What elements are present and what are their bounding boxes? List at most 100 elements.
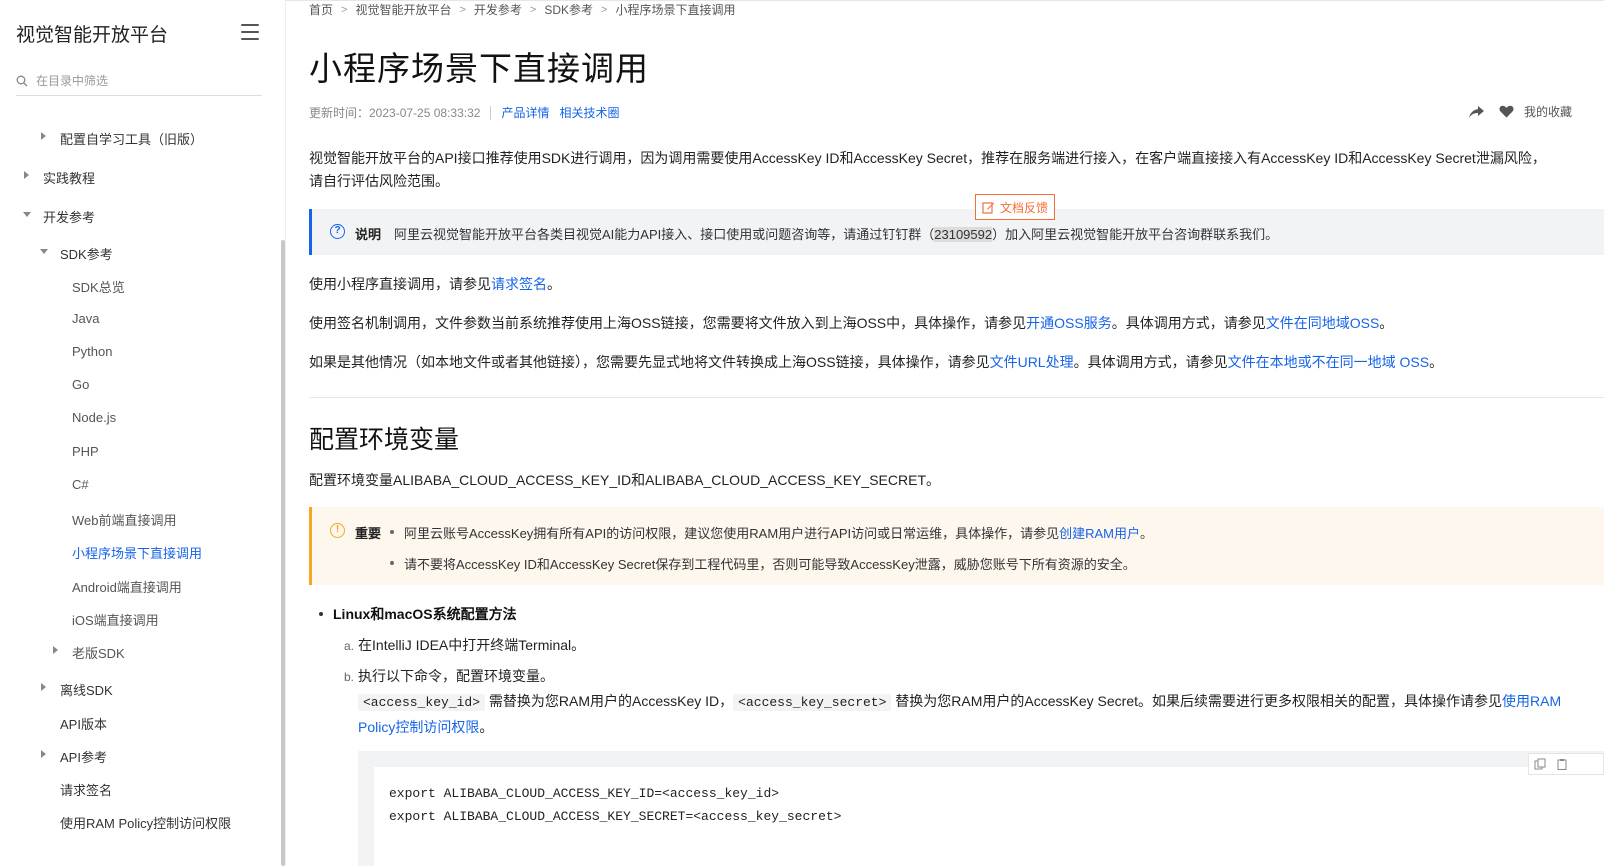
menu-icon[interactable] — [241, 24, 259, 40]
sidebar-item-label: 配置自学习工具（旧版） — [60, 132, 204, 147]
sidebar-item-label: 离线SDK — [60, 683, 113, 698]
sidebar-item-label: API参考 — [60, 750, 107, 765]
sidebar-item-api-reference[interactable]: API参考 — [41, 747, 107, 766]
step-text: 执行以下命令，配置环境变量。 — [358, 668, 555, 684]
share-icon[interactable] — [1468, 105, 1485, 119]
step-text: 在IntelliJ IDEA中打开终端Terminal。 — [358, 637, 586, 653]
sidebar-item-sdk-reference[interactable]: SDK参考 — [40, 244, 113, 263]
text: 。 — [1429, 354, 1444, 370]
sidebar-item-php[interactable]: PHP — [72, 444, 99, 459]
copy-icon[interactable] — [1534, 758, 1546, 770]
sidebar-item-java[interactable]: Java — [72, 311, 99, 326]
code-toolbar — [1528, 753, 1604, 775]
sidebar-item-label: Java — [72, 311, 100, 326]
text: 如果是其他情况（如本地文件或者其他链接），您需要先显式地将文件转换成上海OSS链… — [309, 354, 990, 370]
clipboard-icon[interactable] — [1556, 758, 1568, 770]
chevron-right-icon: > — [601, 3, 608, 16]
step-b: b. 执行以下命令，配置环境变量。 — [344, 666, 554, 686]
section-divider — [309, 397, 1604, 398]
sidebar-item-tutorials[interactable]: 实践教程 — [24, 168, 95, 187]
sidebar-item-go[interactable]: Go — [72, 377, 89, 392]
file-url-link[interactable]: 文件URL处理 — [990, 354, 1074, 370]
text: 替换为您RAM用户的AccessKey Secret。如果后续需要进行更多权限相… — [895, 693, 1503, 709]
text: 。 — [547, 276, 561, 292]
sidebar-item-label: Python — [72, 344, 113, 359]
page-actions: 我的收藏 — [1468, 103, 1572, 120]
intro-line: 视觉智能开放平台的API接口推荐使用SDK进行调用，因为调用需要使用Access… — [309, 150, 1546, 166]
sidebar-item-ram-policy[interactable]: 使用RAM Policy控制访问权限 — [60, 813, 231, 832]
text: 。具体调用方式，请参见 — [1073, 354, 1228, 370]
sidebar-item-label: 请求签名 — [60, 783, 113, 798]
sidebar-search[interactable] — [16, 66, 262, 96]
sidebar-item-label: PHP — [72, 444, 99, 459]
caret-right-icon — [24, 171, 29, 179]
same-region-oss-link[interactable]: 文件在同地域OSS — [1266, 315, 1380, 331]
dingtalk-group-id: 23109592 — [934, 227, 993, 242]
sidebar-item-android[interactable]: Android端直接调用 — [72, 577, 182, 596]
breadcrumb-platform[interactable]: 视觉智能开放平台 — [355, 1, 451, 18]
sidebar-item-sdk-overview[interactable]: SDK总览 — [72, 277, 125, 296]
breadcrumb-dev-reference[interactable]: 开发参考 — [474, 1, 522, 18]
sidebar-title: 视觉智能开放平台 — [16, 25, 169, 46]
section-title: 配置环境变量 — [309, 426, 460, 454]
warning-item: 阿里云账号AccessKey拥有所有API的访问权限，建议您使用RAM用户进行A… — [389, 523, 1153, 542]
edit-icon — [982, 201, 994, 214]
product-details-link[interactable]: 产品详情 — [501, 104, 549, 121]
doc-feedback-button[interactable]: 文档反馈 — [975, 194, 1055, 220]
sidebar-item-label: Go — [72, 377, 90, 392]
sidebar-item-label: SDK总览 — [72, 280, 125, 295]
intro-line: 请自行评估风险范围。 — [309, 173, 449, 189]
note-text-part: ）加入阿里云视觉智能开放平台咨询群联系我们。 — [992, 227, 1279, 242]
warning-icon: ! — [330, 523, 345, 538]
text: 。 — [1379, 315, 1394, 331]
heart-icon[interactable] — [1499, 105, 1514, 118]
ram-policy-link[interactable]: 使用RAM — [1502, 693, 1561, 709]
sidebar-item-legacy-sdk[interactable]: 老版SDK — [53, 643, 125, 662]
sidebar-item-label: C# — [72, 477, 89, 492]
breadcrumb-sdk-reference[interactable]: SDK参考 — [544, 1, 593, 18]
breadcrumb-current[interactable]: 小程序场景下直接调用 — [615, 1, 735, 18]
sidebar-item-self-learning-tool[interactable]: 配置自学习工具（旧版） — [41, 129, 204, 148]
ram-policy-link[interactable]: Policy控制访问权限 — [358, 719, 479, 735]
sidebar-item-nodejs[interactable]: Node.js — [72, 410, 116, 425]
sidebar-item-label: 使用RAM Policy控制访问权限 — [60, 816, 232, 831]
sidebar-item-offline-sdk[interactable]: 离线SDK — [41, 680, 113, 699]
inline-code-access-key-id: <access_key_id> — [358, 694, 486, 711]
sidebar-item-label: Android端直接调用 — [72, 580, 182, 595]
enable-oss-link[interactable]: 开通OSS服务 — [1026, 315, 1112, 331]
sidebar-item-request-signature[interactable]: 请求签名 — [60, 780, 112, 799]
tech-circle-link[interactable]: 相关技术圈 — [559, 104, 619, 121]
caret-right-icon — [41, 683, 46, 691]
sidebar-item-api-version[interactable]: API版本 — [60, 714, 107, 733]
sidebar-item-label: Web前端直接调用 — [72, 513, 177, 528]
caret-right-icon — [41, 132, 46, 140]
local-file-oss-link[interactable]: 文件在本地或不在同一地域 OSS — [1228, 354, 1429, 370]
note-text-part: 阿里云视觉智能开放平台各类目视觉AI能力API接入、接口使用或问题咨询等，请通过… — [394, 227, 935, 242]
sidebar-item-label: 老版SDK — [72, 646, 125, 661]
caret-right-icon — [41, 750, 46, 758]
step-marker: a. — [344, 639, 355, 653]
warning-callout: ! 重要 阿里云账号AccessKey拥有所有API的访问权限，建议您使用RAM… — [309, 507, 1604, 585]
sidebar-item-web-frontend[interactable]: Web前端直接调用 — [72, 510, 177, 529]
intro-paragraph: 视觉智能开放平台的API接口推荐使用SDK进行调用，因为调用需要使用Access… — [309, 147, 1546, 193]
breadcrumb-home[interactable]: 首页 — [309, 1, 333, 18]
caret-down-icon — [40, 249, 48, 254]
sidebar-item-csharp[interactable]: C# — [72, 477, 89, 492]
paragraph-other: 如果是其他情况（如本地文件或者其他链接），您需要先显式地将文件转换成上海OSS链… — [309, 351, 1443, 374]
sidebar-item-label: 小程序场景下直接调用 — [72, 546, 203, 561]
my-favorites-link[interactable]: 我的收藏 — [1524, 103, 1572, 120]
search-icon — [16, 75, 28, 86]
request-signature-link[interactable]: 请求签名 — [491, 276, 547, 292]
caret-right-icon — [53, 646, 58, 654]
sidebar-item-python[interactable]: Python — [72, 344, 112, 359]
sidebar-item-ios[interactable]: iOS端直接调用 — [72, 610, 159, 629]
warning-item: 请不要将AccessKey ID和AccessKey Secret保存到工程代码… — [390, 554, 1136, 573]
sidebar-scrollbar[interactable] — [281, 240, 285, 866]
sidebar-filter-input[interactable] — [36, 73, 236, 88]
sidebar-item-miniprogram[interactable]: 小程序场景下直接调用 — [72, 543, 202, 562]
sidebar-item-dev-reference[interactable]: 开发参考 — [23, 207, 95, 226]
paragraph-oss: 使用签名机制调用，文件参数当前系统推荐使用上海OSS链接，您需要将文件放入到上海… — [309, 312, 1393, 335]
note-text: 阿里云视觉智能开放平台各类目视觉AI能力API接入、接口使用或问题咨询等，请通过… — [394, 224, 1278, 243]
sidebar-item-label: API版本 — [60, 717, 107, 732]
create-ram-user-link[interactable]: 创建RAM用户 — [1059, 526, 1140, 541]
